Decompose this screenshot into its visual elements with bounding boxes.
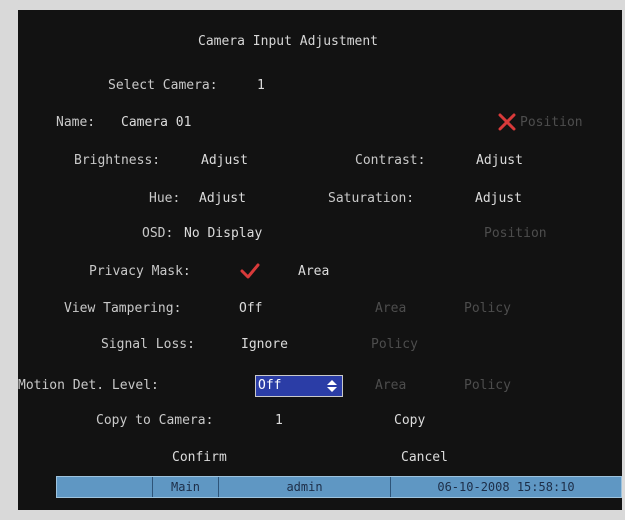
select-camera-label: Select Camera:: [108, 78, 218, 93]
motion-det-label: Motion Det. Level:: [18, 378, 159, 393]
copy-to-camera-value[interactable]: 1: [275, 413, 283, 429]
camera-input-adjustment-screen: Camera Input Adjustment Select Camera: 1…: [18, 10, 622, 510]
spin-arrows-icon[interactable]: [326, 379, 338, 393]
page-title: Camera Input Adjustment: [198, 34, 379, 49]
copy-button[interactable]: Copy: [394, 413, 425, 429]
privacy-mask-label: Privacy Mask:: [89, 264, 191, 279]
brightness-adjust-button[interactable]: Adjust: [201, 153, 248, 169]
contrast-label: Contrast:: [355, 153, 426, 168]
saturation-adjust-button[interactable]: Adjust: [475, 191, 522, 207]
motion-level-select[interactable]: Off: [255, 375, 343, 397]
signal-loss-label: Signal Loss:: [101, 337, 195, 352]
name-label: Name:: [56, 115, 96, 130]
motion-level-value: Off: [258, 378, 282, 393]
privacy-area-button[interactable]: Area: [298, 264, 329, 280]
checkmark-icon[interactable]: [239, 260, 261, 282]
status-bar-menu: Main: [152, 477, 218, 497]
signal-loss-policy-button[interactable]: Policy: [371, 337, 418, 353]
hue-adjust-button[interactable]: Adjust: [199, 191, 246, 207]
view-tampering-label: View Tampering:: [64, 301, 182, 316]
status-bar-blank: [57, 477, 152, 497]
osd-value[interactable]: No Display: [184, 226, 262, 242]
status-bar-user: admin: [218, 477, 390, 497]
motion-area-button[interactable]: Area: [375, 378, 406, 394]
motion-policy-button[interactable]: Policy: [464, 378, 511, 394]
select-camera-value[interactable]: 1: [257, 78, 265, 94]
osd-position-button[interactable]: Position: [484, 226, 547, 242]
name-field[interactable]: Camera 01: [121, 115, 191, 131]
status-bar-datetime: 06-10-2008 15:58:10: [390, 477, 621, 497]
name-position-button[interactable]: Position: [520, 115, 583, 131]
copy-to-camera-label: Copy to Camera:: [96, 413, 214, 428]
hue-label: Hue:: [149, 191, 181, 206]
confirm-button[interactable]: Confirm: [172, 450, 227, 466]
x-mark-icon[interactable]: [496, 111, 518, 133]
signal-loss-value[interactable]: Ignore: [241, 337, 288, 353]
cancel-button[interactable]: Cancel: [401, 450, 448, 466]
brightness-label: Brightness:: [74, 153, 161, 168]
view-tampering-value[interactable]: Off: [239, 301, 262, 317]
view-tampering-policy-button[interactable]: Policy: [464, 301, 511, 317]
status-bar: Main admin 06-10-2008 15:58:10: [56, 476, 622, 498]
contrast-adjust-button[interactable]: Adjust: [476, 153, 523, 169]
osd-label: OSD:: [142, 226, 174, 241]
saturation-label: Saturation:: [328, 191, 415, 206]
view-tampering-area-button[interactable]: Area: [375, 301, 406, 317]
